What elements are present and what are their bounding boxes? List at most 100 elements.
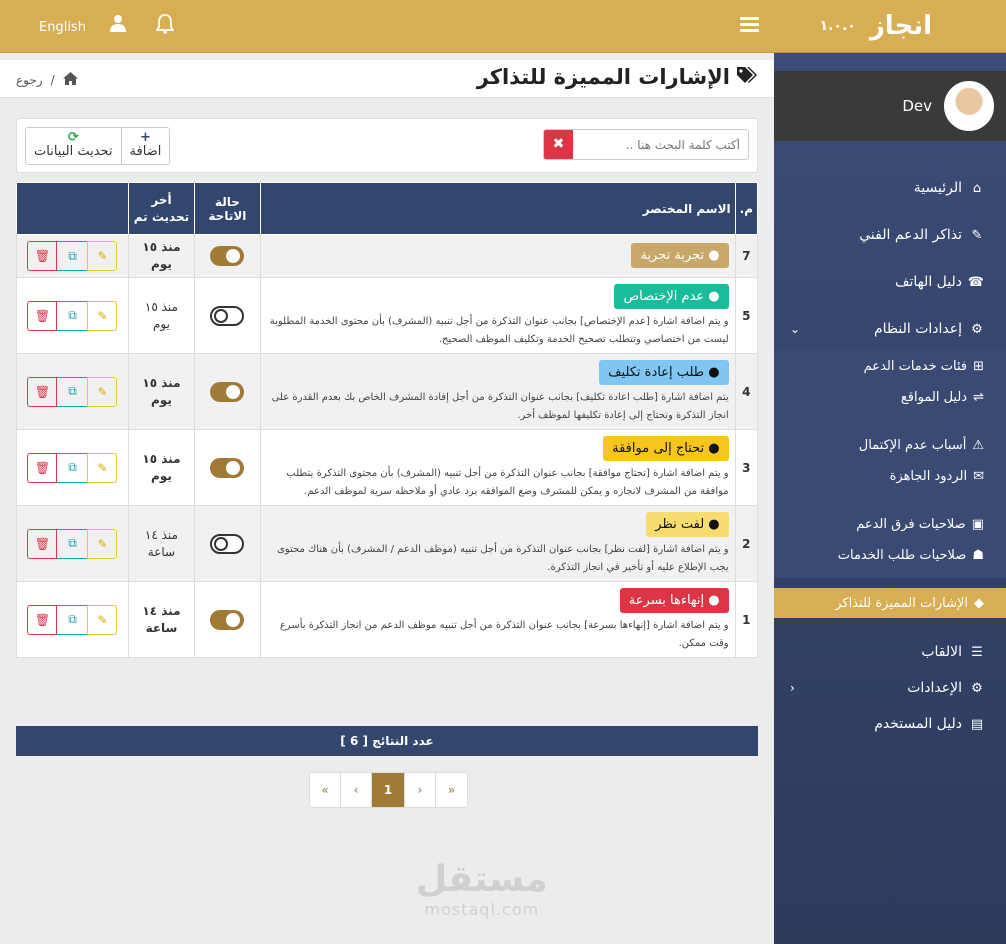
- clear-search-button[interactable]: ✖: [544, 130, 573, 159]
- updated-time: منذ ١٥: [142, 375, 181, 390]
- delete-icon[interactable]: 🗑: [27, 300, 58, 331]
- sidebar-item[interactable]: ☎ دليل الهاتف: [774, 270, 1006, 294]
- brand[interactable]: انجاز ١.٠.٠: [774, 0, 1006, 53]
- updated-unit: ساعة: [147, 544, 176, 559]
- brand-version: ١.٠.٠: [819, 18, 856, 34]
- next-page-button[interactable]: ›: [405, 773, 436, 807]
- updated-cell: منذ ١٥ يوم: [127, 277, 195, 354]
- sidebar-item-label: أسباب عدم الإكتمال: [858, 437, 967, 453]
- row-number: 5: [734, 277, 759, 354]
- availability-toggle[interactable]: [210, 609, 245, 630]
- row-number: 3: [734, 429, 759, 506]
- sidebar-item-label: الإعدادات: [907, 680, 962, 696]
- watermark-logo: مستقل: [416, 859, 548, 900]
- table-row: 3 ● تحتاج إلى موافقة و يتم اضافة اشارة [تح…: [16, 429, 759, 506]
- refresh-button[interactable]: ⟳ تحديث البيانات: [26, 128, 122, 164]
- sidebar-item-label: دليل المستخدم: [874, 716, 962, 732]
- first-page-button[interactable]: «: [310, 773, 341, 807]
- sidebar-subitem[interactable]: ▣ صلاحيات فرق الدعم: [856, 512, 1006, 536]
- availability-toggle[interactable]: [210, 457, 245, 478]
- updated-unit: يوم: [151, 468, 172, 483]
- sidebar-item-active[interactable]: ◆ الإشارات المميزة للتذاكر: [774, 588, 1006, 618]
- actions-cell: 🗑 ⧉ ✎: [16, 581, 129, 658]
- bell-icon[interactable]: [155, 14, 175, 37]
- home-icon: ⌂: [972, 180, 982, 196]
- edit-icon[interactable]: ✎: [87, 452, 118, 483]
- edit-icon[interactable]: ✎: [87, 300, 118, 331]
- thumbs-up-icon: ●: [704, 441, 720, 456]
- availability-toggle[interactable]: [210, 246, 245, 266]
- sidebar-subitem[interactable]: ☗ صلاحيات طلب الخدمات: [838, 543, 1006, 567]
- copy-icon[interactable]: ⧉: [57, 376, 88, 407]
- updated-unit: يوم: [152, 316, 170, 331]
- refresh-icon: ⟳: [67, 130, 79, 145]
- sidebar-subitem[interactable]: ✉ الردود الجاهزة: [890, 464, 1006, 488]
- delete-icon[interactable]: 🗑: [27, 604, 58, 635]
- add-button[interactable]: + اضافة: [122, 128, 170, 164]
- copy-icon[interactable]: ⧉: [57, 528, 88, 559]
- flag-badge: ● تجربة تجربة: [631, 242, 729, 268]
- breadcrumb: رجوع /: [16, 72, 78, 88]
- edit-icon[interactable]: ✎: [87, 604, 118, 635]
- status-cell: [193, 353, 261, 430]
- last-page-button[interactable]: »: [436, 773, 467, 807]
- language-switch[interactable]: English: [39, 20, 86, 35]
- flag-badge: ● تحتاج إلى موافقة: [603, 436, 729, 461]
- sidebar-item[interactable]: ✎ تذاكر الدعم الفني: [774, 223, 1006, 247]
- user-icon[interactable]: [110, 14, 126, 35]
- sidebar-item[interactable]: ⚙ إعدادات النظام ⌄: [774, 317, 1006, 341]
- flag-badge-label: تجربة تجربة: [640, 247, 705, 263]
- current-page-button[interactable]: 1: [372, 773, 405, 807]
- delete-icon[interactable]: 🗑: [27, 241, 58, 271]
- table-row: 1 ● إنهاءها بسرعة و يتم اضافة اشارة [إنهاء…: [16, 581, 759, 658]
- flag-badge-label: طلب إعادة تكليف: [608, 365, 705, 380]
- sidebar-subitem[interactable]: ⊞ فئات خدمات الدعم: [864, 354, 1006, 378]
- delete-icon[interactable]: 🗑: [27, 528, 58, 559]
- status-cell: [193, 277, 261, 354]
- sidebar-item[interactable]: ☰ الالقاب: [774, 640, 1006, 664]
- edit-icon[interactable]: ✎: [87, 241, 118, 271]
- header-name: الاسم المختصر: [259, 182, 736, 235]
- search-input[interactable]: [573, 130, 748, 159]
- edit-icon[interactable]: ✎: [87, 376, 118, 407]
- copy-icon[interactable]: ⧉: [57, 241, 88, 271]
- updated-time: منذ ١٤: [144, 527, 178, 542]
- home-icon[interactable]: [62, 72, 78, 88]
- ban-icon: ●: [704, 289, 720, 304]
- availability-toggle[interactable]: [210, 305, 245, 326]
- back-link[interactable]: رجوع: [16, 73, 43, 87]
- asterisk-icon: ●: [704, 593, 720, 608]
- book-icon: ▤: [970, 716, 984, 732]
- copy-icon[interactable]: ⧉: [57, 300, 88, 331]
- watermark: مستقل mostaql.com: [416, 859, 548, 920]
- sidebar-item[interactable]: ▤ دليل المستخدم: [774, 712, 1006, 736]
- copy-icon[interactable]: ⧉: [57, 452, 88, 483]
- id-badge-icon: ▣: [971, 516, 984, 532]
- prev-page-button[interactable]: ‹: [341, 773, 372, 807]
- sidebar-item-label: صلاحيات طلب الخدمات: [837, 547, 967, 563]
- flag-description: و يتم اضافة اشارة [لفت نظر] بجانب عنوان …: [277, 544, 729, 573]
- availability-toggle[interactable]: [210, 533, 245, 554]
- sidebar-item[interactable]: ⌂ الرئيسية: [774, 176, 1006, 200]
- sidebar-item[interactable]: ⚙ الإعدادات ‹: [774, 676, 1006, 700]
- ticket-icon: ✎: [971, 227, 983, 243]
- flag-icon: ●: [704, 517, 720, 532]
- users-icon: ☗: [972, 547, 984, 563]
- row-number: 1: [734, 581, 759, 658]
- edit-icon[interactable]: ✎: [87, 528, 118, 559]
- refresh-label: تحديث البيانات: [34, 144, 113, 159]
- tag-icon: ◆: [974, 595, 984, 611]
- row-number: 7: [734, 234, 759, 278]
- delete-icon[interactable]: 🗑: [27, 376, 58, 407]
- flag-badge: ● عدم الإختصاص: [614, 284, 729, 309]
- availability-toggle[interactable]: [210, 381, 245, 402]
- sidebar-subitem[interactable]: ⚠ أسباب عدم الإكتمال: [859, 433, 1006, 457]
- user-panel[interactable]: Dev: [774, 71, 1006, 141]
- flag-badge-label: عدم الإختصاص: [623, 289, 705, 304]
- updated-unit: يوم: [151, 392, 172, 407]
- sidebar-item-label: الردود الجاهزة: [889, 468, 968, 484]
- delete-icon[interactable]: 🗑: [27, 452, 58, 483]
- copy-icon[interactable]: ⧉: [57, 604, 88, 635]
- sidebar-subitem[interactable]: ⇌ دليل المواقع: [901, 385, 1006, 409]
- hamburger-menu-icon[interactable]: [740, 17, 759, 33]
